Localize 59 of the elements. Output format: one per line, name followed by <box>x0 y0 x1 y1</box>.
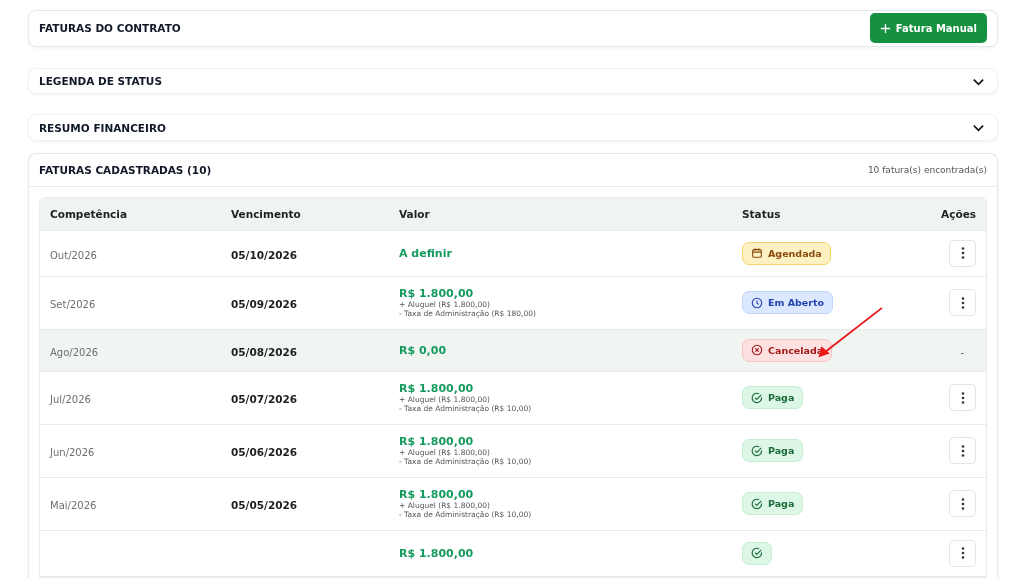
amount: R$ 0,00 <box>399 344 447 357</box>
due-date-cell: 05/06/2026 <box>231 446 298 459</box>
section-title: LEGENDA DE STATUS <box>39 75 162 87</box>
month-cell: Ago/2026 <box>50 347 99 358</box>
amount: R$ 1.800,00 <box>399 381 474 395</box>
kebab-menu-icon <box>960 296 965 310</box>
amount: R$ 1.800,00 <box>399 547 474 560</box>
due-date-cell: 05/10/2026 <box>231 249 298 261</box>
kebab-menu-icon <box>960 497 965 511</box>
more-actions-button[interactable] <box>949 540 976 567</box>
column-header: Valor <box>399 208 431 220</box>
section-title: RESUMO FINANCEIRO <box>39 121 166 134</box>
month-cell: Jun/2026 <box>50 447 95 459</box>
check-circle-icon <box>751 498 763 510</box>
more-actions-button[interactable] <box>949 240 976 267</box>
kebab-menu-icon <box>960 246 965 261</box>
card-title: FATURAS DO CONTRATO <box>39 22 181 35</box>
calendar-icon <box>751 247 763 260</box>
month-cell: Jul/2026 <box>50 394 91 406</box>
plus-icon <box>879 22 891 34</box>
more-actions-button[interactable] <box>949 384 976 412</box>
amount: R$ 1.800,00 <box>399 286 474 300</box>
clock-icon <box>751 297 763 309</box>
more-actions-button[interactable] <box>949 289 976 317</box>
more-actions-button[interactable] <box>949 437 976 465</box>
kebab-menu-icon <box>960 444 965 458</box>
column-header: Status <box>742 208 782 220</box>
card-title: FATURAS CADASTRADAS (10) <box>39 164 212 176</box>
more-actions-button[interactable] <box>949 490 976 518</box>
no-action: - <box>960 347 964 358</box>
check-circle-icon <box>751 547 763 560</box>
status-badge: Paga <box>742 439 804 463</box>
amount: R$ 1.800,00 <box>399 487 474 501</box>
kebab-menu-icon <box>960 546 965 561</box>
month-cell: Set/2026 <box>50 299 96 311</box>
collapsible-section[interactable]: RESUMO FINANCEIRO <box>28 114 998 141</box>
check-circle-icon <box>751 392 763 404</box>
status-badge: Em Aberto <box>742 291 834 315</box>
check-circle-icon <box>751 445 763 457</box>
status-badge: Cancelada <box>742 339 833 362</box>
collapsible-section[interactable]: LEGENDA DE STATUS <box>28 67 998 95</box>
due-date-cell: 05/08/2026 <box>231 346 298 358</box>
status-badge: Agendada <box>742 242 831 265</box>
column-header: Competência <box>50 208 129 220</box>
due-date-cell: 05/09/2026 <box>231 298 298 311</box>
amount: A definir <box>399 247 452 260</box>
add-invoice-button[interactable]: Fatura Manual <box>869 13 987 44</box>
result-count: 10 fatura(s) encontrada(s) <box>867 165 987 175</box>
column-header: Vencimento <box>231 208 302 220</box>
due-date-cell: 05/07/2026 <box>231 393 298 406</box>
amount: R$ 1.800,00 <box>399 434 474 448</box>
month-cell: Mai/2026 <box>50 500 97 512</box>
x-circle-icon <box>751 344 763 357</box>
status-badge: Paga <box>742 492 804 516</box>
month-cell: Out/2026 <box>50 250 97 261</box>
status-badge: Paga <box>742 386 804 410</box>
kebab-menu-icon <box>960 391 965 405</box>
column-header: Ações <box>941 208 976 220</box>
due-date-cell: 05/05/2026 <box>231 499 298 512</box>
